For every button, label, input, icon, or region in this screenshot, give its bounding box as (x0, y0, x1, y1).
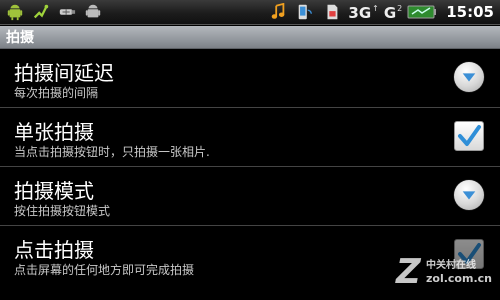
network-3g-indicator: 3G↑ (348, 3, 378, 22)
watermark-line-1: 中关村在线 (426, 260, 476, 271)
setting-title: 单张拍摄 (14, 120, 94, 144)
usb-phone-icon (30, 2, 52, 22)
single-shot-checkbox[interactable] (454, 121, 484, 151)
settings-list: 拍摄间延迟 每次拍摄的间隔 单张拍摄 当点击拍摄按钮时，只拍摄一张相片. 拍摄模… (0, 49, 500, 285)
sync-icon (294, 2, 316, 22)
watermark-line-2: zol.com.cn (426, 272, 492, 285)
setting-summary: 点击屏幕的任何地方即可完成拍摄 (14, 263, 195, 277)
network-g-label: G (383, 3, 397, 22)
setting-capture-mode[interactable]: 拍摄模式 按住拍摄按钮模式 (0, 167, 500, 226)
setting-capture-interval[interactable]: 拍摄间延迟 每次拍摄的间隔 (0, 49, 500, 108)
network-g-indicator: G2 (384, 3, 402, 22)
network-g-sup: 2 (397, 4, 403, 14)
checkmark-icon (458, 125, 481, 146)
chevron-down-icon (462, 73, 476, 82)
title-bar: 拍摄 (0, 26, 500, 49)
music-note-icon (267, 2, 289, 22)
zol-watermark: Z 中关村在线 zol.com.cn (394, 252, 494, 292)
capture-mode-dropdown[interactable] (454, 180, 484, 210)
android-icon (4, 2, 26, 22)
network-3g-sup: ↑ (372, 4, 379, 14)
setting-title: 拍摄间延迟 (14, 61, 114, 85)
setting-summary: 每次拍摄的间隔 (14, 86, 99, 100)
page-title: 拍摄 (6, 30, 34, 46)
android-debug-icon (82, 2, 104, 22)
chevron-down-icon (462, 191, 476, 200)
status-bar: 3G↑ G2 15:05 (0, 0, 500, 25)
setting-single-shot[interactable]: 单张拍摄 当点击拍摄按钮时，只拍摄一张相片. (0, 108, 500, 167)
setting-title: 点击拍摄 (14, 238, 94, 262)
battery-icon (407, 2, 437, 22)
sd-card-icon (321, 2, 343, 22)
watermark-logo-mark: Z (396, 252, 421, 292)
clock: 15:05 (446, 3, 494, 21)
network-3g-label: 3G (348, 3, 372, 22)
capture-interval-dropdown[interactable] (454, 62, 484, 92)
usb-icon (56, 2, 78, 22)
setting-title: 拍摄模式 (14, 179, 94, 203)
setting-summary: 当点击拍摄按钮时，只拍摄一张相片. (14, 145, 210, 159)
setting-summary: 按住拍摄按钮模式 (14, 204, 111, 218)
